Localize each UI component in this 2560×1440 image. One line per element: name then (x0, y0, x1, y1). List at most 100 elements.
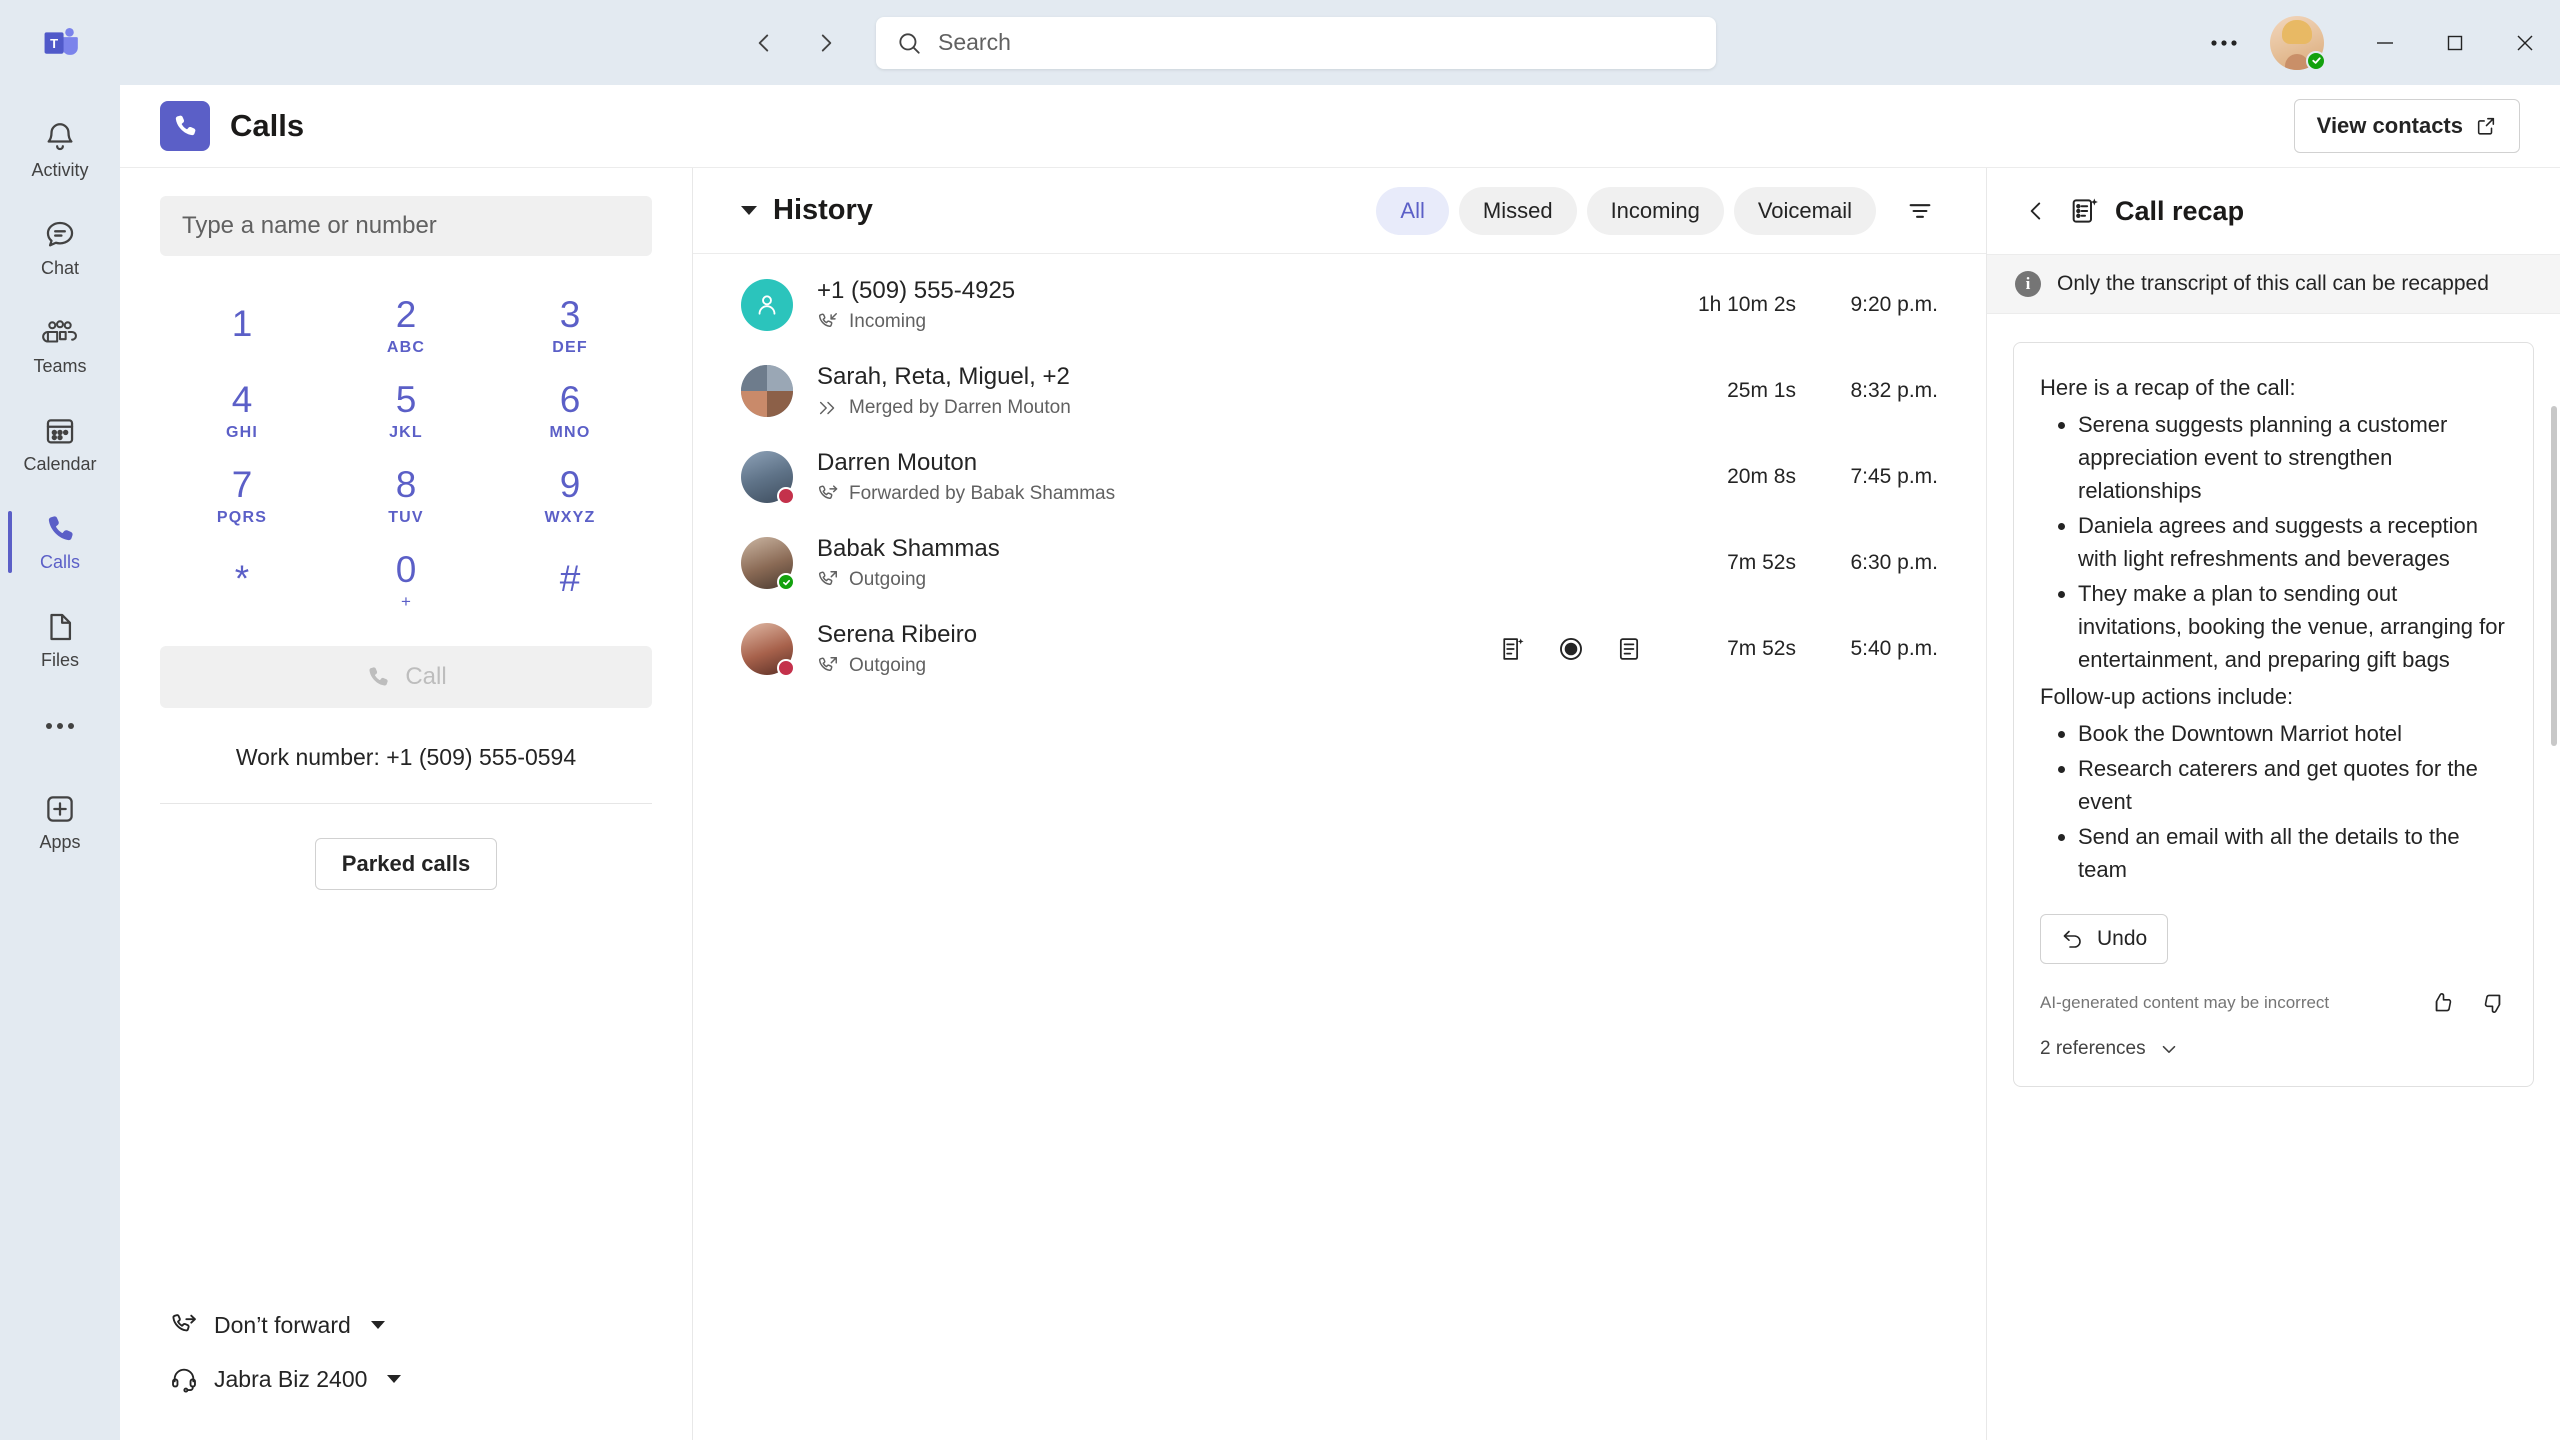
search-bar[interactable] (876, 16, 1716, 69)
dialpad-key-hash[interactable]: # (488, 539, 652, 624)
app-rail: Activity Chat Teams Calendar Calls Files… (0, 85, 120, 1440)
audio-device-label: Jabra Biz 2400 (214, 1365, 368, 1392)
call-incoming-icon (818, 312, 837, 327)
recap-info-bar: i Only the transcript of this call can b… (1987, 254, 2560, 314)
call-direction-label: Forwarded by Babak Shammas (849, 482, 1116, 504)
filter-all[interactable]: All (1376, 186, 1449, 235)
chat-icon (46, 221, 74, 246)
dialpad-key-5[interactable]: 5 JKL (324, 369, 488, 454)
dialpad-key-7[interactable]: 7 PQRS (160, 454, 324, 539)
recap-lead: Here is a recap of the call: (2040, 375, 2296, 400)
thumbs-down-icon[interactable] (2481, 990, 2507, 1016)
sidebar-item-activity[interactable]: Activity (8, 101, 112, 199)
dialpad-key-1[interactable]: 1 (160, 284, 324, 369)
ellipsis-icon (46, 723, 74, 729)
chevron-down-icon (370, 1321, 385, 1329)
call-button[interactable]: Call (160, 646, 652, 708)
ellipsis-icon (2211, 39, 2237, 46)
maximize-button[interactable] (2420, 0, 2490, 85)
search-input[interactable] (938, 29, 1638, 56)
table-row[interactable]: +1 (509) 555-4925 Incoming 1h 10m 2s 9:2… (693, 262, 1986, 348)
key-digit: 0 (395, 549, 417, 590)
collapse-history-icon[interactable] (741, 206, 757, 215)
more-options-button[interactable] (2196, 15, 2252, 71)
recap-bullets: Serena suggests planning a customer appr… (2040, 408, 2507, 676)
sidebar-item-calls[interactable]: Calls (8, 493, 112, 591)
recording-icon[interactable] (1554, 632, 1588, 666)
info-icon: i (2015, 271, 2041, 297)
phone-icon (48, 515, 73, 540)
sidebar-item-chat[interactable]: Chat (8, 199, 112, 297)
minimize-button[interactable] (2350, 0, 2420, 85)
dialpad-key-6[interactable]: 6 MNO (488, 369, 652, 454)
dial-input[interactable] (160, 196, 652, 256)
table-row[interactable]: Babak Shammas Outgoing 7m 52s 6:30 p.m. (693, 520, 1986, 606)
apps-add-icon (47, 795, 73, 822)
filter-icon[interactable] (1894, 185, 1946, 237)
dialpad-key-8[interactable]: 8 TUV (324, 454, 488, 539)
sidebar-item-label: Calendar (23, 453, 97, 474)
view-contacts-button[interactable]: View contacts (2293, 99, 2520, 153)
title-bar: T (0, 0, 2560, 85)
file-icon (50, 613, 72, 640)
call-button-label: Call (405, 663, 447, 690)
dialpad-key-2[interactable]: 2 ABC (324, 284, 488, 369)
table-row[interactable]: Serena Ribeiro Outgoing 7m 52s 5:40 p.m. (693, 606, 1986, 692)
sidebar-item-calendar[interactable]: Calendar (8, 395, 112, 493)
call-direction-label: Incoming (849, 310, 927, 332)
calls-badge-icon (160, 101, 210, 151)
parked-calls-button[interactable]: Parked calls (314, 838, 498, 890)
sidebar-more-button[interactable] (8, 689, 112, 763)
avatar (741, 365, 793, 417)
dialpad-key-9[interactable]: 9 WXYZ (488, 454, 652, 539)
call-time: 8:32 p.m. (1850, 379, 1938, 402)
avatar (741, 279, 793, 331)
list-item: Research caterers and get quotes for the… (2078, 752, 2507, 818)
key-letters: TUV (388, 509, 424, 526)
table-row[interactable]: Darren Mouton Forwarded by Babak Shammas (693, 434, 1986, 520)
sidebar-item-files[interactable]: Files (8, 591, 112, 689)
key-letters: DEF (552, 339, 588, 356)
avatar (741, 451, 795, 505)
microsoft-teams-logo-icon: T (44, 27, 78, 55)
forward-button[interactable] (802, 19, 850, 67)
table-row[interactable]: Sarah, Reta, Miguel, +2 Merged by Darren… (693, 348, 1986, 434)
dialpad-key-3[interactable]: 3 DEF (488, 284, 652, 369)
dialpad-key-0[interactable]: 0 + (324, 539, 488, 624)
transcript-icon[interactable] (1612, 632, 1646, 666)
recap-followup-bullets: Book the Downtown Marriot hotel Research… (2040, 717, 2507, 886)
references-toggle[interactable]: 2 references (2040, 1038, 2507, 1060)
key-letters: MNO (549, 424, 591, 441)
call-duration: 20m 8s (1727, 465, 1796, 488)
call-forwarding-label: Don’t forward (214, 1311, 351, 1338)
dialpad-key-4[interactable]: 4 GHI (160, 369, 324, 454)
audio-device-setting[interactable]: Jabra Biz 2400 (160, 1352, 652, 1406)
avatar[interactable] (2270, 15, 2326, 71)
sidebar-item-label: Apps (39, 831, 81, 852)
dialpad-footer: Don’t forward Jabra Biz 2400 (160, 1298, 652, 1440)
work-number: Work number: +1 (509) 555-0594 (235, 744, 577, 770)
dialpad-keys: 1 2 ABC 3 DEF 4 GHI 5 JKL 6 MNO 7 PQRS 8… (160, 284, 652, 624)
call-recap-icon[interactable] (1496, 632, 1530, 666)
thumbs-up-icon[interactable] (2429, 990, 2455, 1016)
key-digit: # (559, 558, 581, 599)
back-button[interactable] (740, 19, 788, 67)
recap-scrollbar[interactable] (2551, 406, 2557, 746)
sidebar-item-teams[interactable]: Teams (8, 297, 112, 395)
key-digit: 6 (559, 379, 581, 420)
call-time: 6:30 p.m. (1850, 551, 1938, 574)
sidebar-item-apps[interactable]: Apps (8, 773, 112, 871)
key-digit: * (234, 558, 250, 599)
call-forwarding-setting[interactable]: Don’t forward (160, 1298, 652, 1352)
dialpad-key-star[interactable]: * (160, 539, 324, 624)
undo-button[interactable]: Undo (2040, 914, 2169, 964)
close-button[interactable] (2490, 0, 2560, 85)
history-filters: All Missed Incoming Voicemail (1376, 185, 1946, 237)
filter-missed[interactable]: Missed (1458, 186, 1577, 235)
list-item: Serena suggests planning a customer appr… (2078, 408, 2507, 507)
filter-voicemail[interactable]: Voicemail (1733, 186, 1876, 235)
headset-icon (172, 1368, 196, 1393)
presence-available-icon (2306, 50, 2326, 71)
recap-back-button[interactable] (2015, 190, 2057, 232)
filter-incoming[interactable]: Incoming (1586, 186, 1724, 235)
